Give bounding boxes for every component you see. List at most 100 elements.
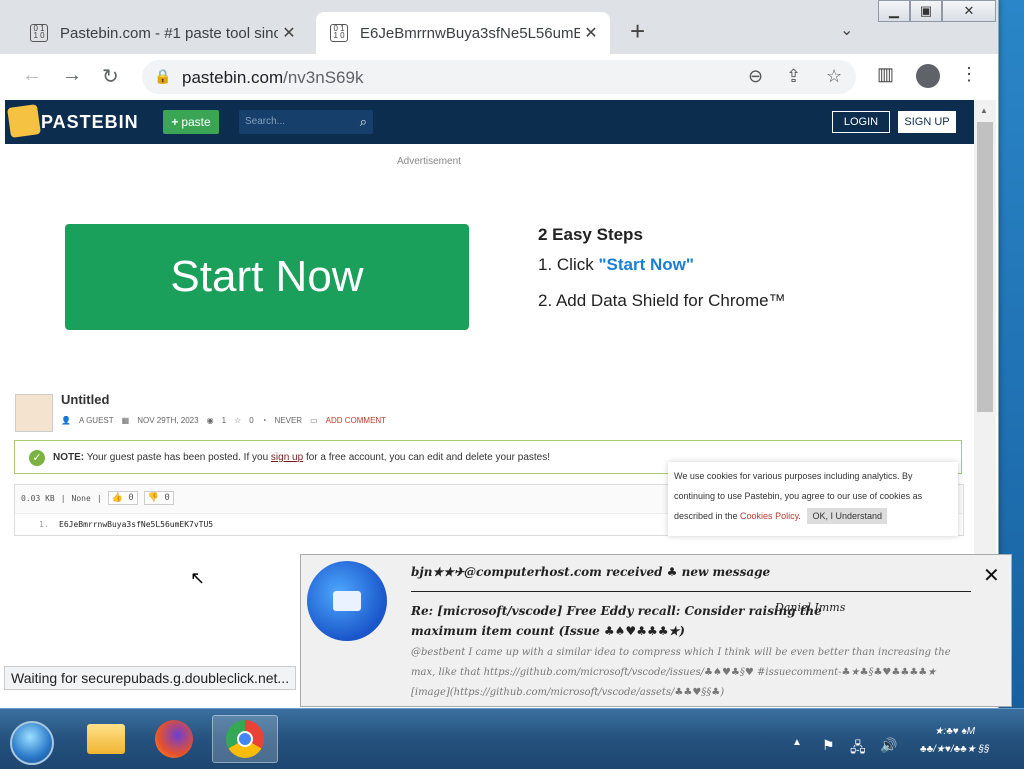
- tab-search-chevron-icon[interactable]: ⌄: [840, 20, 853, 40]
- menu-dots-icon[interactable]: ⋮: [960, 64, 978, 85]
- comment-icon: ▭: [310, 416, 318, 425]
- note-text: NOTE: Your guest paste has been posted. …: [53, 452, 550, 463]
- maximize-button[interactable]: ▣: [910, 0, 942, 22]
- notification-body: @bestbent I came up with a similar idea …: [411, 647, 951, 698]
- paste-views: 1: [221, 416, 227, 425]
- folder-icon: [87, 724, 125, 754]
- back-arrow-icon[interactable]: ←: [22, 64, 42, 87]
- close-tab-icon[interactable]: ✕: [580, 23, 602, 43]
- search-placeholder: Search...: [245, 116, 286, 127]
- reload-icon[interactable]: ↻: [102, 64, 119, 89]
- new-paste-label: paste: [181, 115, 211, 129]
- url-domain: pastebin.com: [182, 68, 284, 87]
- envelope-icon: [333, 591, 361, 611]
- side-panel-icon[interactable]: ▥: [877, 64, 894, 85]
- mouse-cursor-icon: ↖: [190, 568, 206, 588]
- paste-info: Untitled 👤 A GUEST ▦ NOV 29TH, 2023 ◉ 1 …: [15, 392, 974, 432]
- cookie-banner: We use cookies for various purposes incl…: [668, 462, 958, 536]
- clock-time: ★:♣♥ ♠M: [934, 726, 976, 737]
- tab-title: E6JeBmrrnwBuya3sfNe5L56umEK7vTU5 - Paste…: [360, 24, 580, 42]
- pastebin-favicon-icon: 0 11 0: [330, 24, 348, 42]
- volume-icon[interactable]: 🔊: [880, 737, 897, 754]
- bookmark-star-icon[interactable]: ☆: [826, 66, 842, 87]
- thunderbird-icon: [307, 561, 387, 641]
- note-label: NOTE:: [53, 452, 85, 463]
- clock-date: ♣♣/★♥/♣♣★ §§: [920, 744, 990, 755]
- dislike-button[interactable]: 👎 0: [143, 491, 174, 505]
- scroll-up-icon[interactable]: ▲: [980, 106, 988, 115]
- forward-arrow-icon[interactable]: →: [62, 64, 82, 87]
- start-button[interactable]: [10, 721, 54, 765]
- ad-start-now-button[interactable]: Start Now: [65, 224, 469, 330]
- taskbar-chrome[interactable]: [212, 715, 278, 763]
- pastebin-favicon-icon: 0 11 0: [30, 24, 48, 42]
- ad-steps-title: 2 Easy Steps: [538, 225, 643, 244]
- add-comment-link[interactable]: ADD COMMENT: [326, 416, 386, 425]
- status-bar: Waiting for securepubads.g.doubleclick.n…: [4, 666, 297, 690]
- line-number: 1.: [39, 520, 49, 529]
- advertisement-label: Advertisement: [397, 156, 461, 167]
- calendar-icon: ▦: [121, 416, 130, 425]
- tray-expand-icon[interactable]: ▲: [792, 737, 802, 748]
- address-bar[interactable]: 🔒 pastebin.com/nv3nS69k ⊖ ⇪ ☆: [142, 60, 856, 94]
- tab-strip: 0 11 0 Pastebin.com - #1 paste tool sinc…: [0, 0, 998, 54]
- paste-meta-row: 👤 A GUEST ▦ NOV 29TH, 2023 ◉ 1 ☆ 0 ◔ NEV…: [61, 416, 386, 425]
- search-icon[interactable]: ⌕: [360, 114, 367, 130]
- thumbs-down-icon: 👎: [147, 493, 159, 503]
- separator: |: [60, 493, 66, 503]
- cookie-accept-button[interactable]: OK, I Understand: [807, 508, 887, 524]
- star-icon[interactable]: ☆: [234, 416, 241, 425]
- notification-divider: [411, 591, 971, 592]
- chrome-icon: [226, 720, 264, 758]
- signup-button[interactable]: SIGN UP: [898, 111, 956, 133]
- guest-avatar: [15, 394, 53, 432]
- thumbs-up-icon: 👍: [111, 493, 123, 503]
- ad-step-1-link[interactable]: "Start Now": [598, 255, 693, 274]
- ad-step-1: 1. Click "Start Now": [538, 255, 786, 275]
- like-button[interactable]: 👍 0: [107, 491, 138, 505]
- close-notification-icon[interactable]: ✕: [983, 563, 1000, 588]
- expiry-icon: ◔: [261, 416, 267, 425]
- pastebin-header: PASTEBIN + paste Search... ⌕ LOGIN SIGN UP: [5, 100, 974, 144]
- note-text-1: Your guest paste has been posted. If you: [84, 452, 271, 463]
- firefox-icon: [155, 720, 193, 758]
- close-window-button[interactable]: ✕: [942, 0, 996, 22]
- scrollbar-thumb[interactable]: [977, 122, 993, 412]
- new-paste-button[interactable]: + paste: [163, 110, 219, 134]
- tab-pastebin-home[interactable]: 0 11 0 Pastebin.com - #1 paste tool sinc…: [16, 12, 308, 54]
- minimize-button[interactable]: ▁: [878, 0, 910, 22]
- thunderbird-notification[interactable]: ✕ bjn★★✈@computerhost.com received ♣ new…: [300, 554, 1012, 707]
- notification-author: Daniel Imms: [775, 601, 846, 614]
- eye-icon: ◉: [206, 416, 214, 425]
- plus-icon: +: [171, 115, 179, 129]
- taskbar-explorer[interactable]: [76, 715, 136, 763]
- paste-title: Untitled: [61, 392, 110, 407]
- url-path: /nv3nS69k: [283, 68, 364, 87]
- paste-syntax: None: [71, 493, 91, 503]
- taskbar-firefox[interactable]: [144, 715, 204, 763]
- network-icon[interactable]: 🖧: [850, 737, 866, 761]
- close-tab-icon[interactable]: ✕: [278, 23, 300, 43]
- cookie-text-end: .: [798, 511, 801, 521]
- share-icon[interactable]: ⇪: [786, 66, 801, 87]
- paste-expiry: NEVER: [274, 416, 303, 425]
- tab-title: Pastebin.com - #1 paste tool since 2002!: [60, 24, 278, 42]
- system-clock[interactable]: ★:♣♥ ♠M ♣♣/★♥/♣♣★ §§: [920, 723, 990, 759]
- signup-link[interactable]: sign up: [271, 452, 303, 463]
- note-text-2: for a free account, you can edit and del…: [303, 452, 550, 463]
- profile-avatar-icon[interactable]: [916, 64, 940, 88]
- checkmark-icon: ✓: [29, 450, 45, 466]
- tab-current-paste[interactable]: 0 11 0 E6JeBmrrnwBuya3sfNe5L56umEK7vTU5 …: [316, 12, 610, 54]
- pastebin-logo-text[interactable]: PASTEBIN: [41, 112, 139, 133]
- cookies-policy-link[interactable]: Cookies Policy: [740, 511, 798, 521]
- like-count: 0: [128, 493, 134, 503]
- zoom-icon[interactable]: ⊖: [748, 66, 763, 87]
- paste-box-info: 0.03 KB | None | 👍 0 👎 0: [21, 491, 174, 505]
- url-text: pastebin.com/nv3nS69k: [182, 68, 363, 88]
- login-button[interactable]: LOGIN: [832, 111, 890, 133]
- action-center-flag-icon[interactable]: ⚑: [822, 737, 835, 754]
- search-input[interactable]: Search... ⌕: [239, 110, 373, 134]
- new-tab-icon[interactable]: +: [630, 18, 645, 44]
- pastebin-logo-icon[interactable]: [7, 104, 41, 138]
- paste-author: A GUEST: [78, 416, 114, 425]
